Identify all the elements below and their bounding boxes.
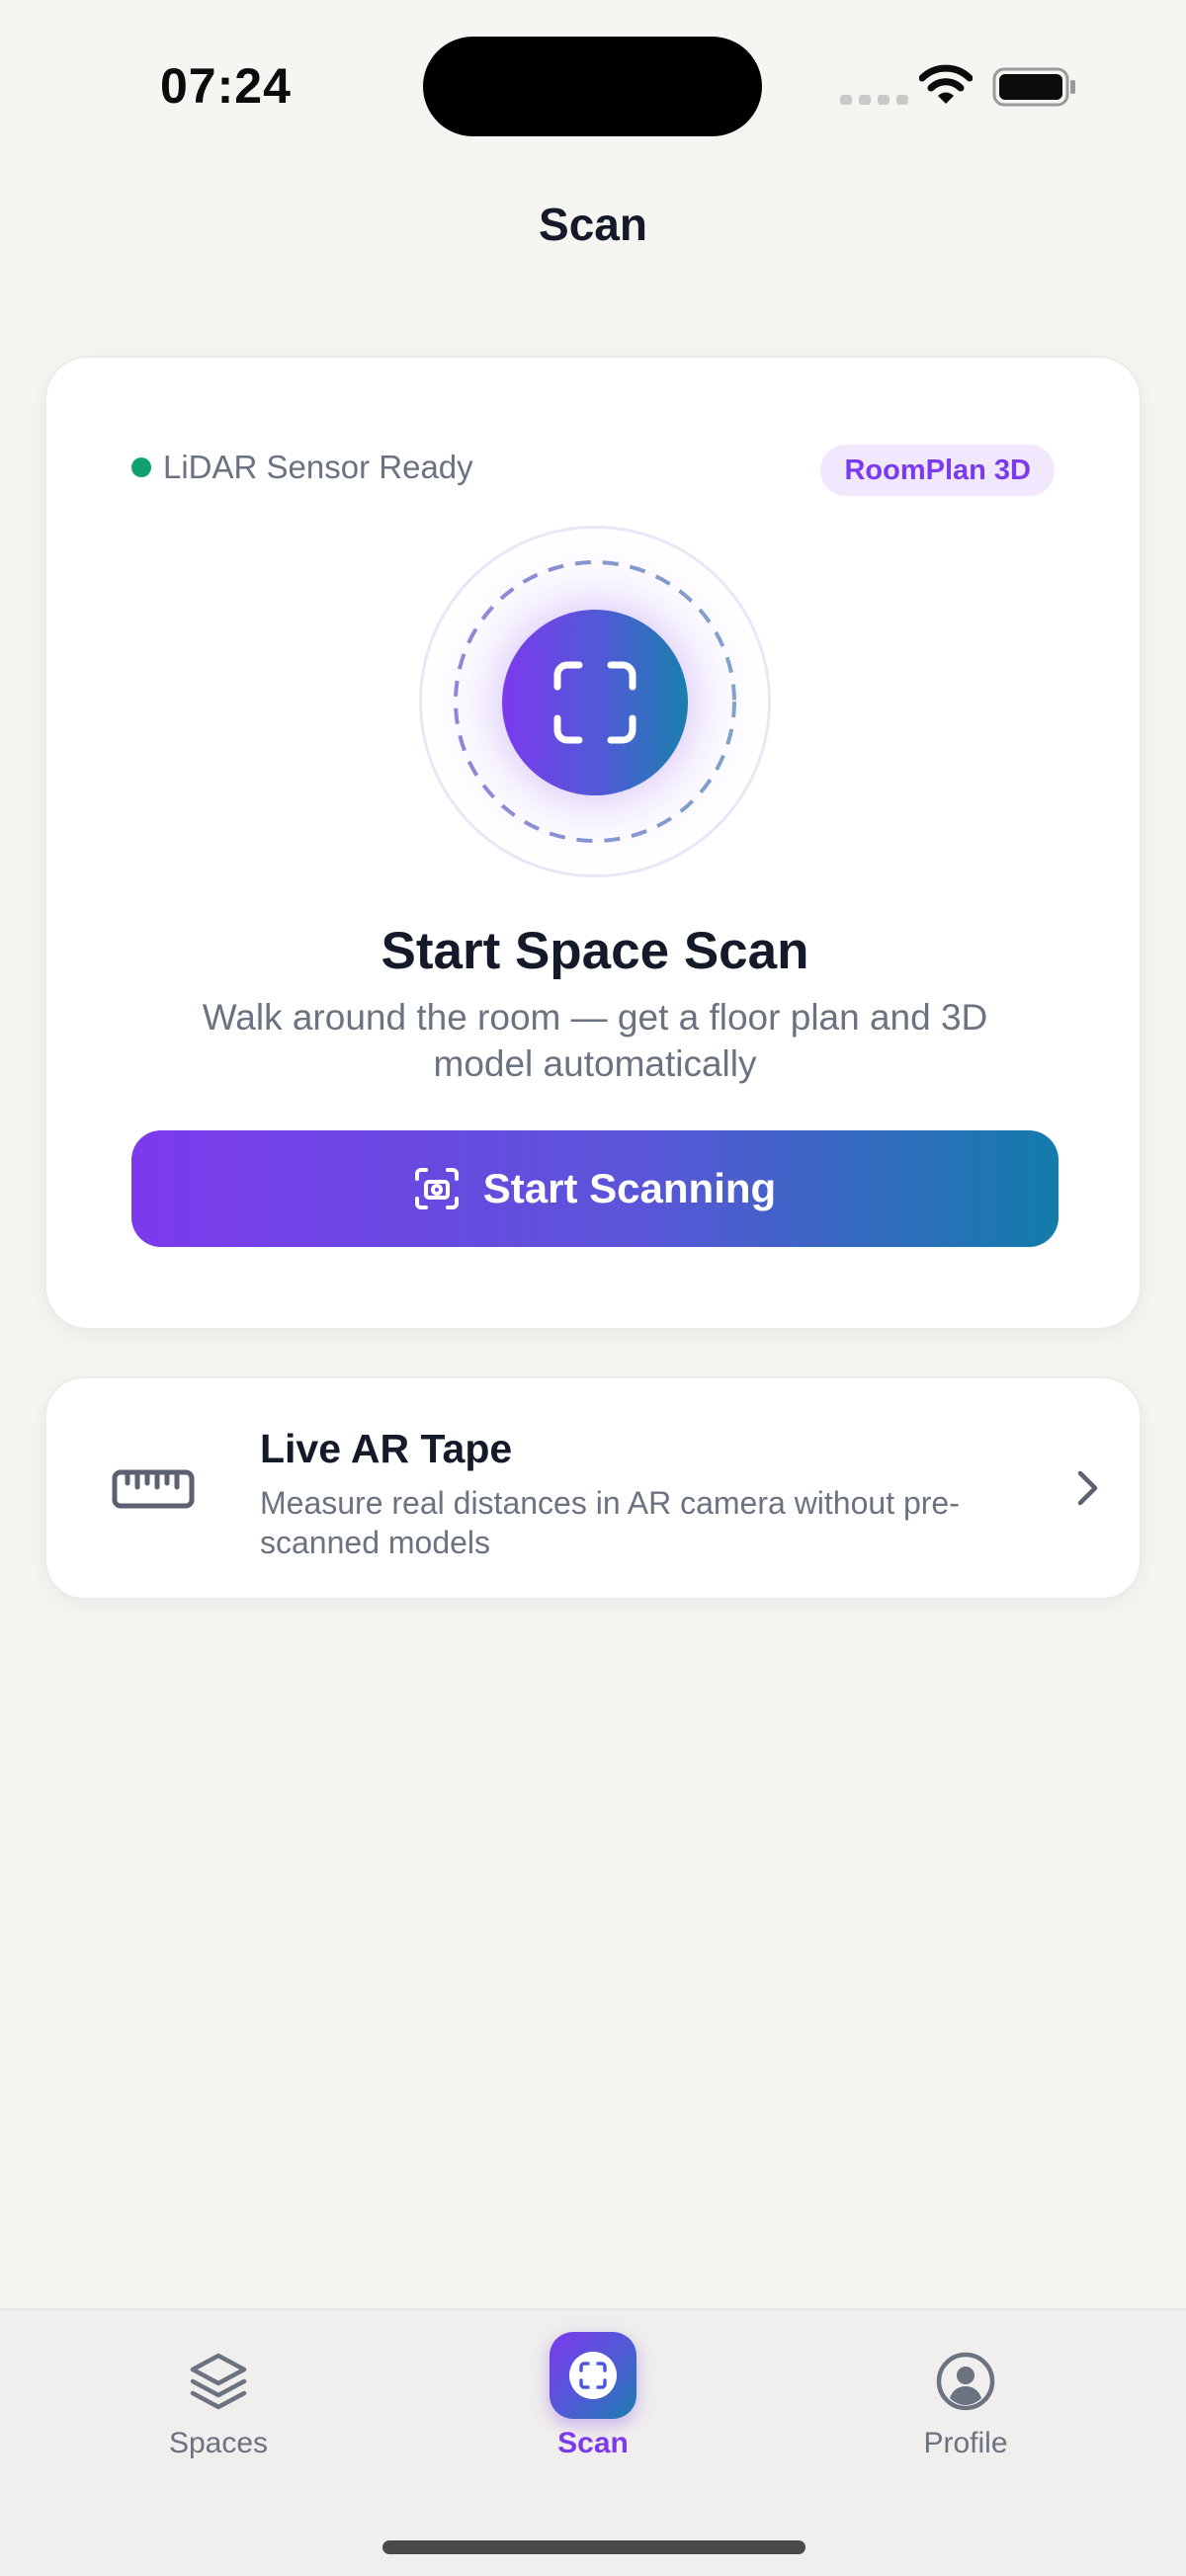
ruler-icon <box>112 1469 195 1509</box>
status-dot-icon <box>131 457 151 477</box>
start-scanning-button[interactable]: Start Scanning <box>131 1130 1059 1247</box>
tab-bar: Spaces Scan Profile <box>0 2308 1186 2576</box>
tab-spaces[interactable]: Spaces <box>70 2310 367 2508</box>
layers-icon <box>190 2353 247 2410</box>
scan-card-description: Walk around the room — get a floor plan … <box>202 997 988 1084</box>
scan-screen: 07:24 Scan LiDAR Sensor Ready RoomPlan 3… <box>0 0 1186 2576</box>
home-indicator <box>382 2540 805 2554</box>
ar-tape-title: Live AR Tape <box>260 1426 513 1471</box>
scan-focus-button[interactable] <box>502 610 688 795</box>
user-circle-icon <box>936 2352 995 2411</box>
tab-scan-label: Scan <box>557 2427 629 2459</box>
status-time: 07:24 <box>160 58 292 114</box>
cellular-signal-icon <box>840 95 908 105</box>
viewfinder-icon <box>579 2362 607 2389</box>
status-bar: 07:24 <box>0 0 1186 168</box>
dynamic-island <box>423 37 762 136</box>
space-scan-card: LiDAR Sensor Ready RoomPlan 3D Start Spa… <box>44 356 1142 1330</box>
tab-profile[interactable]: Profile <box>817 2310 1114 2508</box>
battery-icon <box>992 67 1075 107</box>
sensor-status-text: LiDAR Sensor Ready <box>163 449 473 485</box>
page-title: Scan <box>539 199 647 250</box>
roomplan-badge: RoomPlan 3D <box>820 445 1055 496</box>
scan-card-title: Start Space Scan <box>381 922 809 980</box>
start-scanning-label: Start Scanning <box>482 1165 777 1211</box>
ar-tape-description: Measure real distances in AR camera with… <box>260 1485 960 1560</box>
wifi-icon <box>919 64 973 104</box>
chevron-right-icon <box>1077 1470 1098 1506</box>
tab-profile-label: Profile <box>923 2427 1008 2459</box>
camera-scan-icon <box>414 1168 459 1209</box>
tab-scan[interactable]: Scan <box>445 2310 741 2508</box>
live-ar-tape-card[interactable]: Live AR Tape Measure real distances in A… <box>44 1376 1142 1600</box>
scan-tab-pill <box>550 2332 636 2419</box>
sensor-status: LiDAR Sensor Ready <box>131 449 473 486</box>
viewfinder-icon <box>553 661 636 744</box>
tab-spaces-label: Spaces <box>168 2427 269 2459</box>
